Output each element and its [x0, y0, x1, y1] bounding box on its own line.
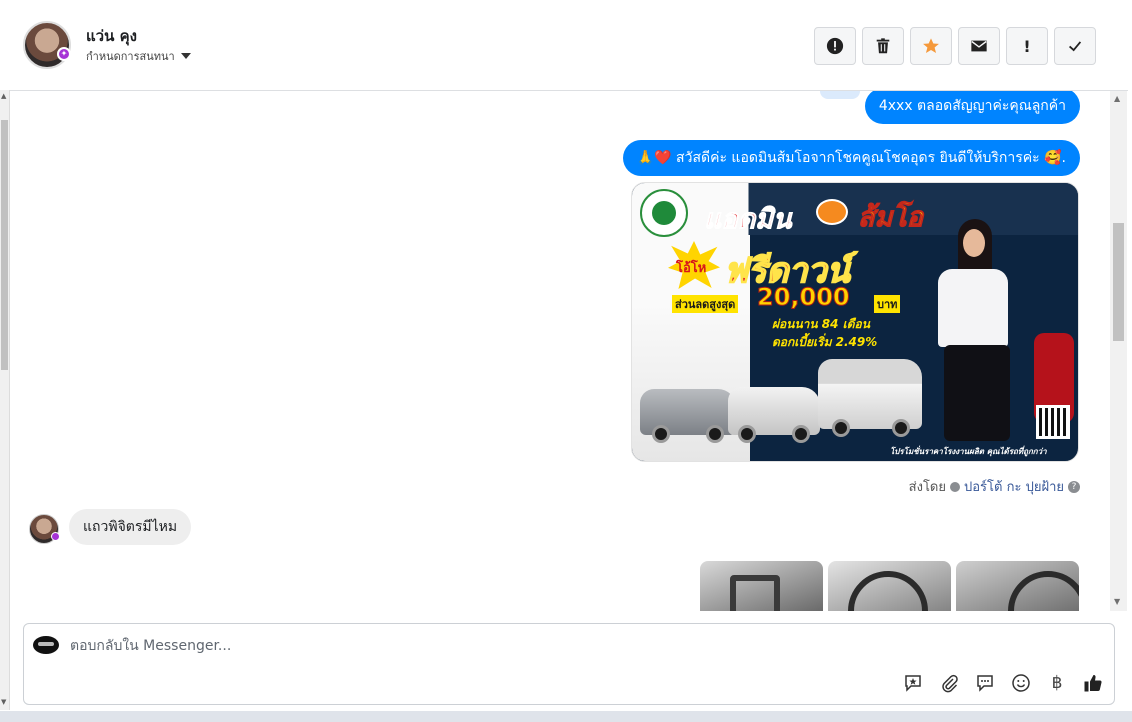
photo-thumbnail[interactable]: [828, 561, 951, 611]
action-toolbar: !: [814, 27, 1096, 65]
follow-up-button[interactable]: !: [1006, 27, 1048, 65]
contact-name: แว่น คุง: [86, 27, 137, 45]
promo-image[interactable]: แอดมิน ส้มโอ โอ้โห ฟรีดาวน์ ส่วนลดสูงสุด…: [631, 182, 1079, 462]
attach-button[interactable]: [938, 672, 960, 694]
star-button[interactable]: [910, 27, 952, 65]
car-pickup-shape: [728, 387, 820, 443]
outgoing-message[interactable]: 🙏❤️ สวัสดีค่ะ แอดมินส้มโอจากโชคคูณโชคอุด…: [622, 140, 1080, 176]
message-thread[interactable]: 4xxx ตลอดสัญญาค่ะคุณลูกค้า 🙏❤️ สวัสดีค่ะ…: [10, 91, 1110, 611]
outgoing-message[interactable]: 4xxx ตลอดสัญญาค่ะคุณลูกค้า: [864, 91, 1080, 124]
help-icon[interactable]: ?: [1068, 480, 1080, 493]
conversation-header: ✦ แว่น คุง กำหนดการสนทนา !: [10, 0, 1128, 91]
exclamation-icon: !: [1023, 36, 1031, 56]
promo-burst-text: โอ้โห: [676, 261, 707, 276]
smiley-icon: [1012, 674, 1030, 692]
scroll-up-icon[interactable]: ▲: [1114, 94, 1120, 103]
messenger-badge-icon: ✦: [57, 47, 71, 61]
app-frame: ▲ ▼ ✦ แว่น คุง กำหนดการสนทนา ! 4xxx ตลอด…: [0, 0, 1132, 722]
left-scrollbar[interactable]: ▲ ▼: [0, 90, 10, 710]
incoming-message[interactable]: แถวพิจิตรมีไหม: [69, 509, 192, 545]
sent-by-name[interactable]: ปอร์โต้ กะ ปุยฝ้าย: [964, 476, 1064, 497]
payment-button[interactable]: ฿: [1046, 672, 1068, 694]
previous-message-fragment: [820, 91, 860, 99]
scroll-down-icon[interactable]: ▼: [1114, 597, 1120, 606]
promo-installment: ผ่อนนาน 84 เดือน: [772, 317, 870, 331]
message-bubble-button[interactable]: [974, 672, 996, 694]
thread-scrollbar[interactable]: ▲ ▼: [1110, 91, 1127, 611]
scroll-up-icon[interactable]: ▲: [1, 92, 6, 100]
emoji-button[interactable]: [1010, 672, 1032, 694]
saved-reply-button[interactable]: [902, 672, 924, 694]
snail-icon: [816, 199, 848, 225]
sent-by-line: ส่งโดย ปอร์โต้ กะ ปุยฝ้าย ?: [909, 476, 1080, 497]
mark-done-button[interactable]: [1054, 27, 1096, 65]
dealer-logo-icon: [640, 189, 688, 237]
verified-dot-icon: [950, 481, 960, 492]
baht-icon: ฿: [1051, 673, 1063, 693]
photo-thumbnail[interactable]: [956, 561, 1079, 611]
mark-unread-button[interactable]: [958, 27, 1000, 65]
assign-label: กำหนดการสนทนา: [86, 50, 175, 63]
page-logo-icon: [33, 636, 59, 654]
thread-scroll-thumb[interactable]: [1113, 223, 1124, 341]
chat-bubble-icon: [977, 675, 993, 692]
contact-avatar[interactable]: [23, 21, 71, 69]
photo-thumbnail[interactable]: [700, 561, 823, 611]
sent-by-label: ส่งโดย: [908, 480, 946, 495]
reply-composer: ฿: [23, 623, 1115, 705]
promo-model-figure: [914, 213, 1034, 461]
promo-title-admin: แอดมิน: [703, 204, 792, 236]
check-icon: [1069, 41, 1082, 52]
promo-discount-amount: 20,000: [757, 283, 851, 312]
mail-icon: [971, 40, 987, 52]
qr-code-icon: [1036, 405, 1070, 439]
caret-down-icon: [180, 53, 191, 59]
delete-button[interactable]: [862, 27, 904, 65]
promo-interest: ดอกเบี้ยเริ่ม 2.49%: [772, 335, 878, 349]
promo-discount-unit: บาท: [874, 295, 901, 313]
composer-actions: ฿: [902, 672, 1104, 694]
left-scroll-thumb[interactable]: [1, 120, 8, 370]
promo-footer: โปรโมชั่นราคาโรงงานผลิต คุณได้รถที่ถูกกว…: [890, 447, 1047, 456]
trash-icon: [876, 38, 890, 54]
car-sedan-shape: [640, 389, 736, 443]
saved-reply-icon: [905, 675, 921, 692]
paperclip-icon: [942, 674, 958, 693]
promo-discount-label: ส่วนลดสูงสุด: [672, 295, 739, 313]
thumbs-up-icon: [1084, 675, 1102, 692]
car-truck-cage-shape: [818, 359, 922, 437]
messenger-badge-icon: [51, 532, 60, 541]
star-icon: [923, 38, 939, 54]
reply-input[interactable]: [70, 632, 770, 660]
window-bottom-edge: [0, 711, 1132, 722]
alert-circle-icon: [826, 37, 844, 55]
scroll-down-icon[interactable]: ▼: [1, 698, 6, 706]
like-button[interactable]: [1082, 672, 1104, 694]
report-button[interactable]: [814, 27, 856, 65]
assign-conversation-dropdown[interactable]: กำหนดการสนทนา: [86, 47, 191, 65]
